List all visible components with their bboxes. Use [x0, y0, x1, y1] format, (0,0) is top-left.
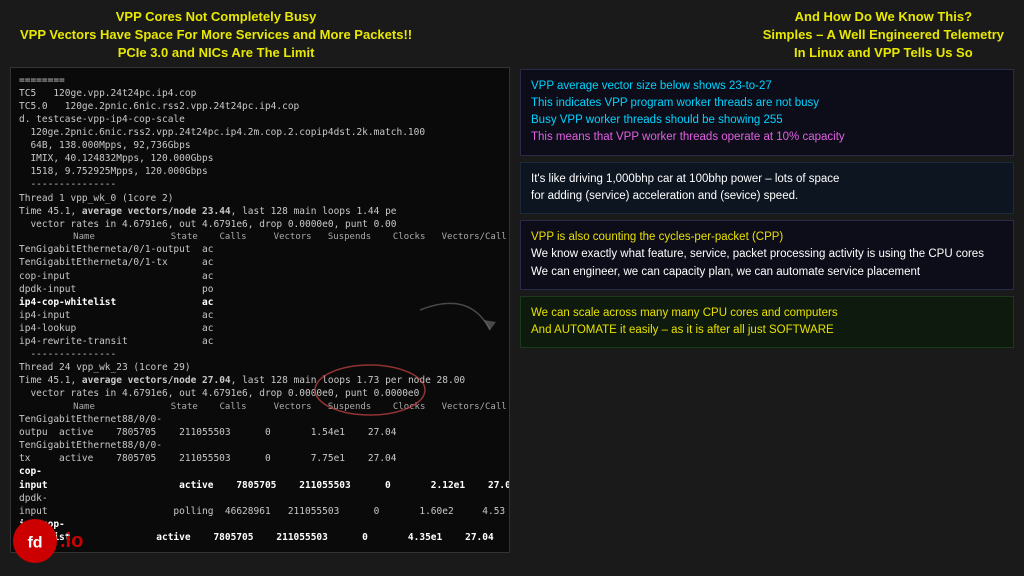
terminal-line: Time 45.1, average vectors/node 27.04, l…: [19, 374, 501, 387]
thread-24-header: Thread 24 vpp_wk_23 (1core 29): [19, 361, 501, 374]
terminal-line: TenGigabitEtherneta/0/1-tx ac: [19, 256, 501, 269]
terminal-line: 1518, 9.752925Mpps, 120.000Gbps: [19, 165, 501, 178]
terminal-line: IMIX, 40.124832Mpps, 120.000Gbps: [19, 152, 501, 165]
terminal-line: ---------------: [19, 178, 501, 191]
header-title-left: VPP Cores Not Completely Busy VPP Vector…: [20, 8, 412, 63]
terminal-line: ip4-rewrite-transit ac: [19, 335, 501, 348]
terminal-col-headers: Name State Calls Vectors Suspends Clocks…: [19, 401, 501, 413]
annotation-box-4: We can scale across many many CPU cores …: [520, 296, 1014, 349]
logo-area: fd .io: [10, 516, 83, 566]
terminal-line: TC5.0 120ge.2pnic.6nic.rss2.vpp.24t24pc.…: [19, 100, 501, 113]
terminal-line: vector rates in 4.6791e6, out 4.6791e6, …: [19, 387, 501, 400]
terminal-line: ip4-input ac: [19, 309, 501, 322]
terminal-line: TC5 120ge.vpp.24t24pc.ip4.cop: [19, 87, 501, 100]
header-right: And How Do We Know This? Simples – A Wel…: [763, 8, 1004, 63]
terminal-line: d. testcase-vpp-ip4-cop-scale: [19, 113, 501, 126]
terminal-line: dpdk-input po: [19, 283, 501, 296]
terminal-line: dpdk-input polling 46628961 211055503 0 …: [19, 492, 501, 518]
annotation-box-1: VPP average vector size below shows 23-t…: [520, 69, 1014, 156]
annotation-text-3: VPP is also counting the cycles-per-pack…: [531, 229, 1003, 281]
annotation-box-3: VPP is also counting the cycles-per-pack…: [520, 220, 1014, 290]
terminal-line: TenGigabitEthernet88/0/0-outpu active 78…: [19, 413, 501, 439]
terminal-line: TenGigabitEtherneta/0/1-output ac: [19, 243, 501, 256]
terminal-line: ip4-input active 7805705 211055503 0 4.8…: [19, 544, 501, 552]
terminal-line: ip4-cop-whitelist active 7805705 2110555…: [19, 518, 501, 544]
thread-1-header: Thread 1 vpp_wk_0 (1core 2): [19, 192, 501, 205]
terminal-line: ========: [19, 74, 501, 87]
main-content: ======== TC5 120ge.vpp.24t24pc.ip4.cop T…: [0, 67, 1024, 553]
terminal-line: ---------------: [19, 348, 501, 361]
annotation-box-2: It's like driving 1,000bhp car at 100bhp…: [520, 162, 1014, 215]
terminal-area: ======== TC5 120ge.vpp.24t24pc.ip4.cop T…: [10, 67, 510, 553]
terminal-line: ip4-lookup ac: [19, 322, 501, 335]
terminal-line: cop-input ac: [19, 270, 501, 283]
terminal-line: ip4-cop-whitelist ac: [19, 296, 501, 309]
terminal-line: 120ge.2pnic.6nic.rss2.vpp.24t24pc.ip4.2m…: [19, 126, 501, 139]
annotation-area: VPP average vector size below shows 23-t…: [520, 67, 1014, 553]
annotation-text-1: VPP average vector size below shows 23-t…: [531, 78, 1003, 147]
terminal-line: Time 45.1, average vectors/node 23.44, l…: [19, 205, 501, 218]
svg-text:fd: fd: [27, 535, 42, 552]
fd-logo-icon: fd: [10, 516, 60, 566]
annotation-text-4: We can scale across many many CPU cores …: [531, 305, 1003, 340]
terminal-line: 64B, 138.000Mpps, 92,736Gbps: [19, 139, 501, 152]
terminal-line: cop-input active 7805705 211055503 0 2.1…: [19, 465, 501, 491]
header-title-right: And How Do We Know This? Simples – A Wel…: [763, 8, 1004, 63]
header-left: VPP Cores Not Completely Busy VPP Vector…: [20, 8, 412, 63]
annotation-text-2: It's like driving 1,000bhp car at 100bhp…: [531, 171, 1003, 206]
logo-text: .io: [60, 530, 83, 553]
terminal-col-headers: Name State Calls Vectors Suspends Clocks…: [19, 231, 501, 243]
terminal-line: TenGigabitEthernet88/0/0-tx active 78057…: [19, 439, 501, 465]
terminal-line: vector rates in 4.6791e6, out 4.6791e6, …: [19, 218, 501, 231]
page-header: VPP Cores Not Completely Busy VPP Vector…: [0, 0, 1024, 67]
